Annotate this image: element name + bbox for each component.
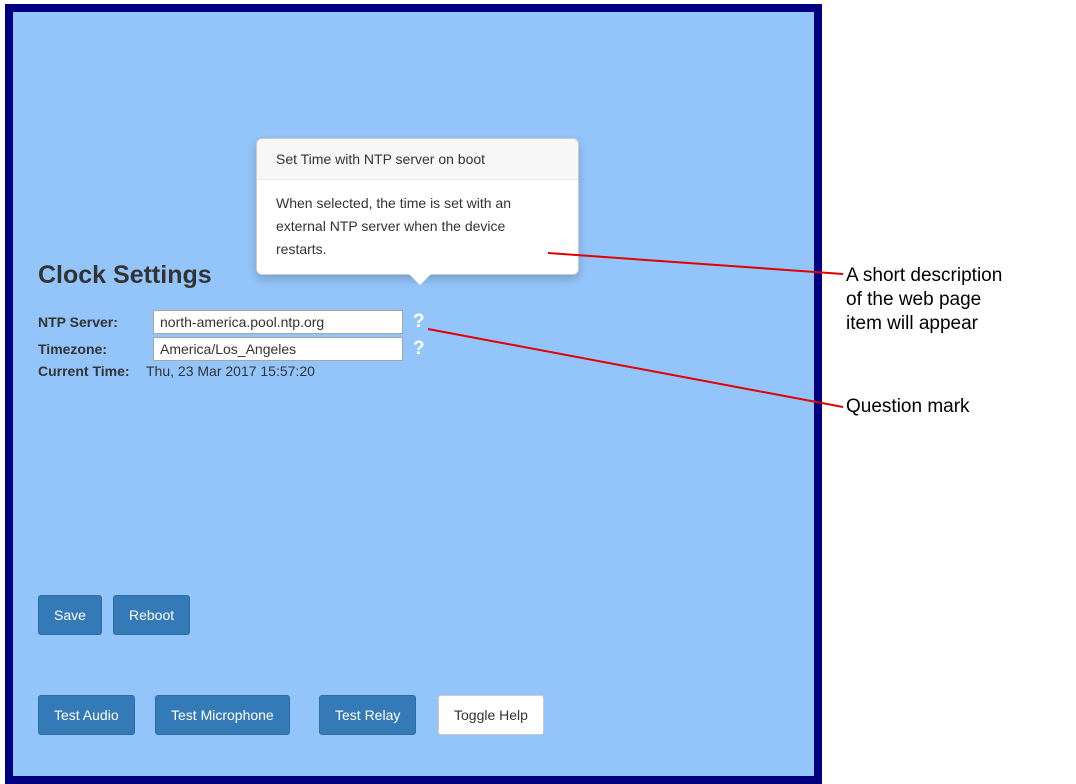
question-mark-callout: Question mark bbox=[846, 396, 970, 417]
question-mark-leader-line bbox=[427, 328, 844, 408]
description-callout-line-3: item will appear bbox=[846, 313, 978, 334]
description-callout-line-2: of the web page bbox=[846, 289, 982, 310]
description-callout: A short description of the web page item… bbox=[846, 264, 1002, 336]
description-callout-line-1: A short description bbox=[846, 265, 1003, 286]
annotation-leader-lines bbox=[427, 252, 844, 408]
description-leader-line bbox=[547, 252, 844, 275]
